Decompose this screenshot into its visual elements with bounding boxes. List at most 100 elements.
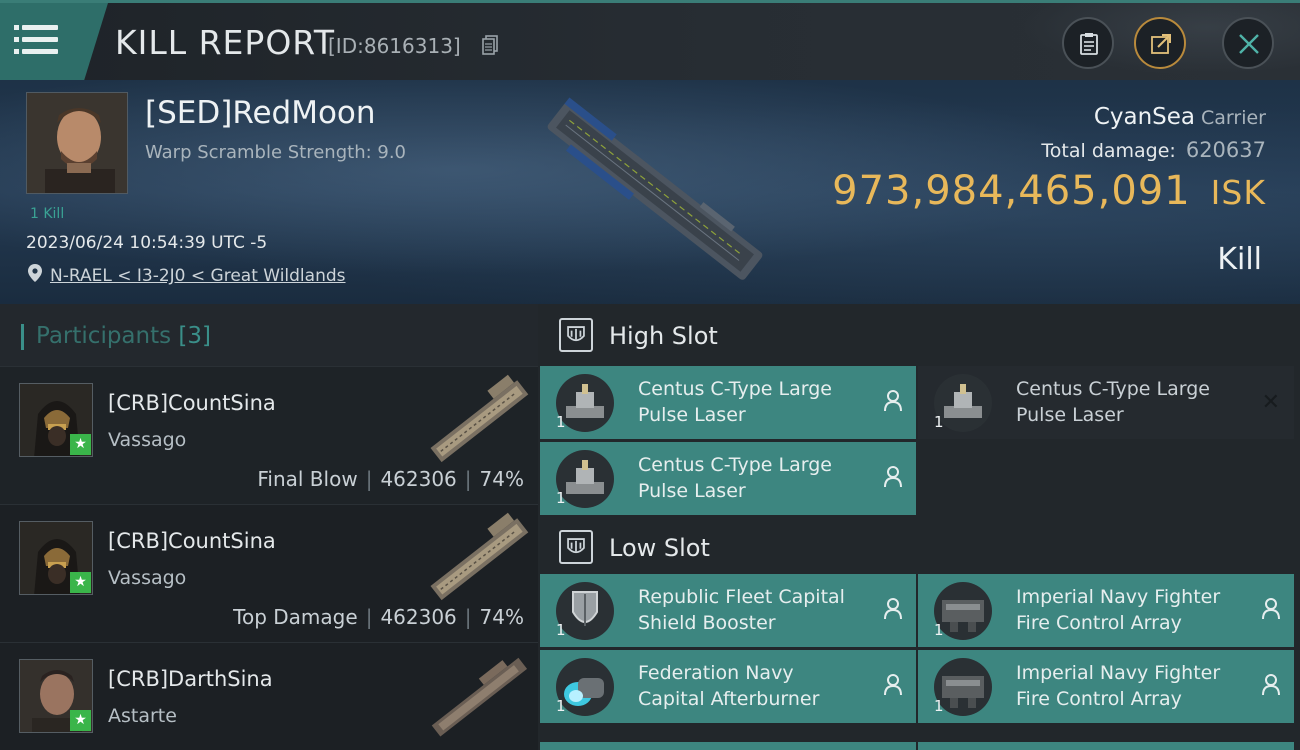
module-quantity: 1 bbox=[556, 489, 566, 507]
victim-ship-class: Carrier bbox=[1201, 107, 1266, 129]
participant-ship: Astarte bbox=[108, 705, 177, 727]
module-name: Imperial Navy Fighter Fire Control Array bbox=[1016, 584, 1256, 636]
divider: | bbox=[464, 467, 472, 491]
total-damage: Total damage: 620637 bbox=[1041, 138, 1266, 162]
module-quantity: 1 bbox=[934, 621, 944, 639]
participant-role: Final Blow bbox=[257, 467, 358, 491]
location-pin-icon bbox=[28, 264, 42, 282]
fitting-panel: High Slot 1 Centus C-Type Large Pulse Las… bbox=[538, 304, 1300, 750]
close-button[interactable] bbox=[1222, 17, 1274, 69]
close-icon bbox=[1239, 34, 1259, 54]
low-slot-title: Low Slot bbox=[609, 534, 710, 562]
person-icon bbox=[884, 390, 902, 412]
module-card[interactable]: 1 Centus C-Type Large Pulse Laser ✕ bbox=[918, 366, 1294, 439]
module-card[interactable]: 1 Centus C-Type Large Pulse Laser bbox=[540, 442, 916, 515]
participant-stats: Final Blow | 462306 | 74% bbox=[257, 467, 524, 491]
module-quantity: 1 bbox=[934, 413, 944, 431]
module-card-partial[interactable] bbox=[918, 742, 1294, 750]
participant-avatar: ★ bbox=[19, 659, 93, 733]
module-card-partial[interactable] bbox=[540, 742, 916, 750]
clipboard-icon bbox=[1080, 33, 1098, 55]
module-card[interactable]: 1 Centus C-Type Large Pulse Laser bbox=[540, 366, 916, 439]
star-badge-icon: ★ bbox=[70, 572, 91, 593]
participants-title-text: Participants bbox=[36, 323, 172, 349]
menu-icon-bar bbox=[14, 49, 58, 54]
module-name: Centus C-Type Large Pulse Laser bbox=[638, 452, 878, 504]
header-bar: KILL REPORT [ID:8616313] bbox=[0, 0, 1300, 83]
module-name-line1: Imperial Navy Fighter bbox=[1016, 662, 1221, 684]
victim-ship-name[interactable]: CyanSea bbox=[1094, 104, 1195, 130]
participants-count: [3] bbox=[178, 323, 212, 349]
module-name: Imperial Navy Fighter Fire Control Array bbox=[1016, 660, 1256, 712]
isk-amount: 973,984,465,091 bbox=[832, 168, 1191, 214]
report-button[interactable] bbox=[1062, 17, 1114, 69]
participant-name[interactable]: [CRB]DarthSina bbox=[108, 667, 273, 691]
victim-portrait bbox=[26, 92, 128, 194]
participant-avatar: ★ bbox=[19, 521, 93, 595]
menu-button[interactable] bbox=[0, 3, 108, 80]
victim-name[interactable]: [SED]RedMoon bbox=[145, 95, 376, 131]
module-card[interactable]: 1 Imperial Navy Fighter Fire Control Arra… bbox=[918, 574, 1294, 647]
module-name: Centus C-Type Large Pulse Laser bbox=[638, 376, 878, 428]
module-card[interactable]: 1 Federation Navy Capital Afterburner bbox=[540, 650, 916, 723]
report-id: [ID:8616313] bbox=[328, 34, 461, 58]
person-icon bbox=[884, 466, 902, 488]
person-icon bbox=[884, 598, 902, 620]
module-name: Republic Fleet Capital Shield Booster bbox=[638, 584, 878, 636]
participant-role: Top Damage bbox=[233, 605, 358, 629]
module-name-line2: Pulse Laser bbox=[1016, 404, 1124, 426]
page-title: KILL REPORT bbox=[115, 23, 335, 62]
high-slot-title: High Slot bbox=[609, 322, 718, 350]
kill-location-link[interactable]: N-RAEL < I3-2J0 < Great Wildlands bbox=[50, 266, 346, 286]
module-name-line1: Federation Navy bbox=[638, 662, 794, 684]
module-name-line2: Pulse Laser bbox=[638, 404, 746, 426]
victim-banner: [SED]RedMoon Warp Scramble Strength: 9.0… bbox=[0, 80, 1300, 304]
menu-icon-bar bbox=[14, 37, 58, 42]
star-badge-icon: ★ bbox=[70, 434, 91, 455]
low-slot-header: Low Slot bbox=[538, 516, 1300, 578]
participant-damage: 462306 bbox=[380, 605, 457, 629]
module-name: Federation Navy Capital Afterburner bbox=[638, 660, 878, 712]
participant-row[interactable]: ★ [CRB]CountSina Vassago Top Damage | 4623… bbox=[0, 504, 538, 642]
kill-timestamp: 2023/06/24 10:54:39 UTC -5 bbox=[26, 233, 268, 253]
divider: | bbox=[365, 467, 373, 491]
participants-panel: Participants [3] ★ [CRB]CountSina Vassag… bbox=[0, 304, 538, 750]
participant-percent: 74% bbox=[479, 605, 524, 629]
module-quantity: 1 bbox=[556, 697, 566, 715]
warp-scramble-strength: Warp Scramble Strength: 9.0 bbox=[145, 142, 407, 163]
low-slot-icon bbox=[559, 530, 593, 564]
participant-percent: 74% bbox=[479, 467, 524, 491]
destroyed-x-icon: ✕ bbox=[1261, 390, 1280, 415]
copy-icon[interactable] bbox=[482, 35, 498, 55]
participant-name[interactable]: [CRB]CountSina bbox=[108, 529, 276, 553]
divider: | bbox=[464, 605, 472, 629]
participant-avatar: ★ bbox=[19, 383, 93, 457]
module-name-line2: Fire Control Array bbox=[1016, 612, 1182, 634]
module-name-line2: Fire Control Array bbox=[1016, 688, 1182, 710]
participant-row[interactable]: ★ [CRB]CountSina Vassago Final Blow | 4623… bbox=[0, 366, 538, 504]
isk-unit: ISK bbox=[1210, 173, 1266, 212]
share-icon bbox=[1151, 34, 1171, 54]
module-card[interactable]: 1 Republic Fleet Capital Shield Booster bbox=[540, 574, 916, 647]
kill-count-tag: 1 Kill bbox=[30, 206, 65, 222]
module-name-line2: Capital Afterburner bbox=[638, 688, 820, 710]
total-damage-value: 620637 bbox=[1185, 138, 1266, 162]
participant-row[interactable]: ★ [CRB]DarthSina Astarte bbox=[0, 642, 538, 750]
star-badge-icon: ★ bbox=[70, 710, 91, 731]
participants-header: Participants [3] bbox=[0, 304, 538, 366]
module-quantity: 1 bbox=[556, 413, 566, 431]
menu-icon bbox=[14, 25, 58, 30]
person-icon bbox=[884, 674, 902, 696]
module-quantity: 1 bbox=[556, 621, 566, 639]
participant-ship-image bbox=[430, 374, 529, 463]
module-card[interactable]: 1 Imperial Navy Fighter Fire Control Arra… bbox=[918, 650, 1294, 723]
module-name-line1: Centus C-Type Large bbox=[1016, 378, 1210, 400]
module-name-line1: Centus C-Type Large bbox=[638, 454, 832, 476]
participants-accent bbox=[21, 324, 24, 350]
kill-result-label: Kill bbox=[1217, 242, 1262, 277]
module-quantity: 1 bbox=[934, 697, 944, 715]
participant-name[interactable]: [CRB]CountSina bbox=[108, 391, 276, 415]
participants-title: Participants [3] bbox=[36, 323, 211, 349]
high-slot-icon bbox=[559, 318, 593, 352]
share-button[interactable] bbox=[1134, 17, 1186, 69]
